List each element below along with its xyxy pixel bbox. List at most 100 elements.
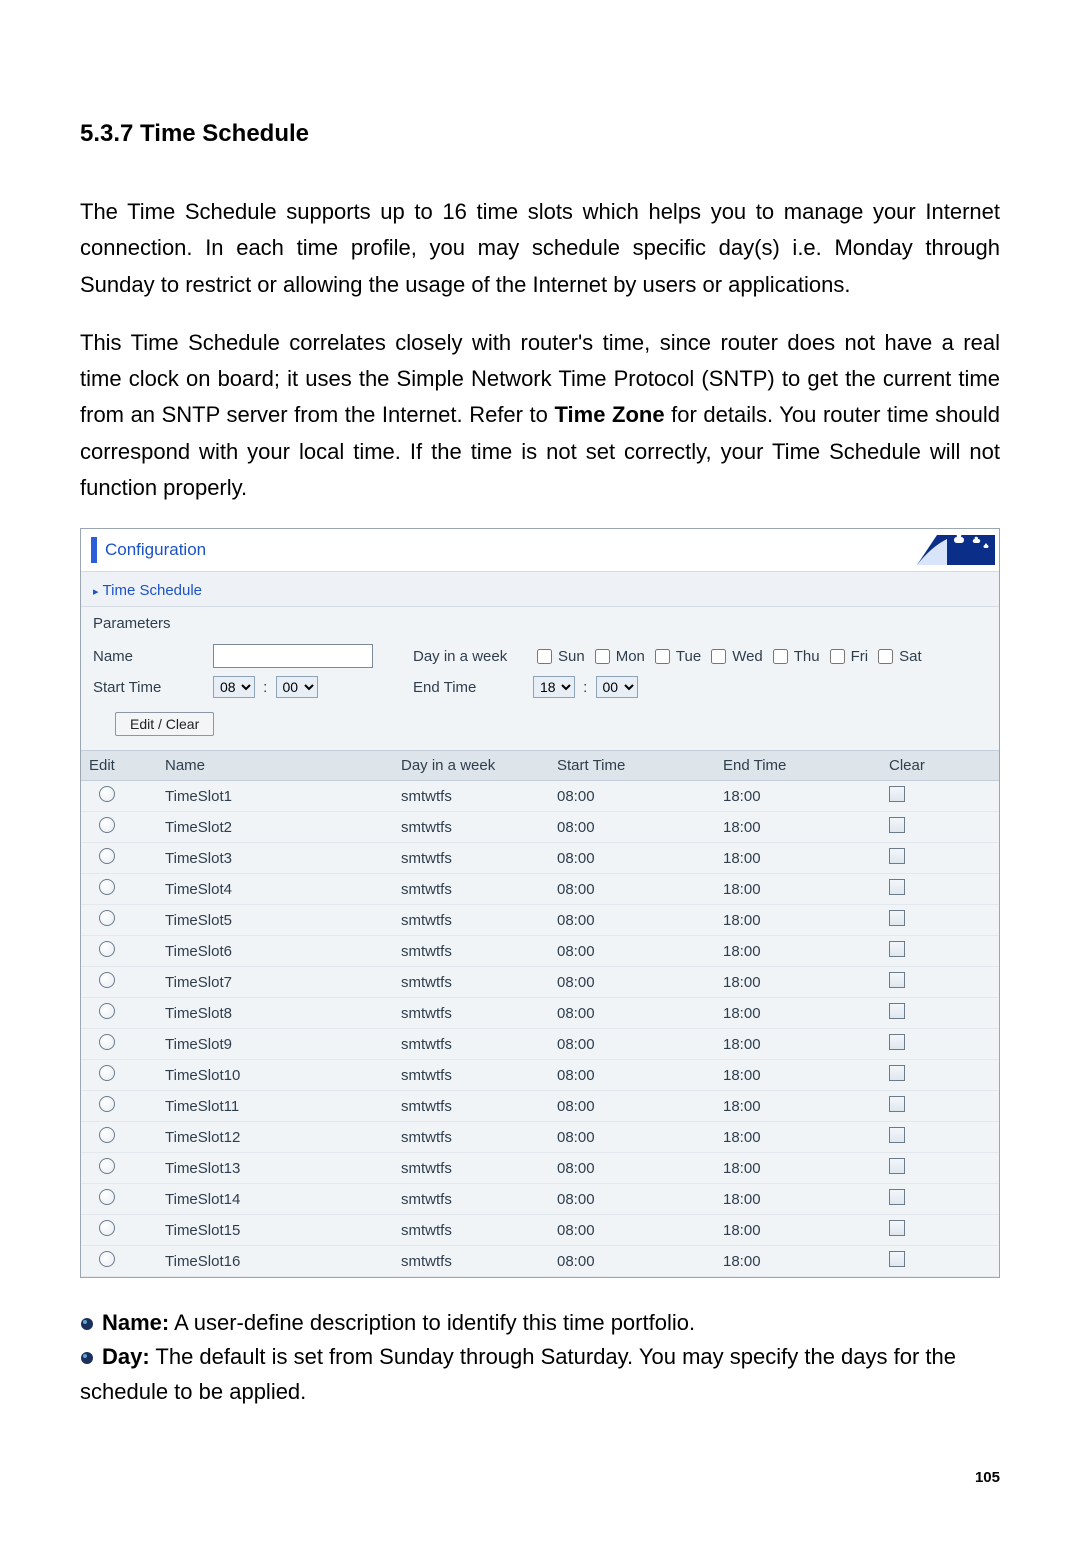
edit-cell[interactable] <box>81 781 157 812</box>
checkbox-icon[interactable] <box>889 941 905 957</box>
day-checkbox-input-fri[interactable] <box>830 649 845 664</box>
radio-icon[interactable] <box>99 1003 115 1019</box>
edit-cell[interactable] <box>81 1153 157 1184</box>
day-cell: smtwtfs <box>393 812 549 843</box>
clear-cell[interactable] <box>881 967 999 998</box>
checkbox-icon[interactable] <box>889 1003 905 1019</box>
radio-icon[interactable] <box>99 1189 115 1205</box>
day-checkbox-thu[interactable]: Thu <box>769 646 820 667</box>
end-cell: 18:00 <box>715 843 881 874</box>
edit-cell[interactable] <box>81 812 157 843</box>
checkbox-icon[interactable] <box>889 1220 905 1236</box>
edit-cell[interactable] <box>81 1060 157 1091</box>
header-accent-bar <box>91 537 97 563</box>
radio-icon[interactable] <box>99 1034 115 1050</box>
clear-cell[interactable] <box>881 781 999 812</box>
edit-cell[interactable] <box>81 998 157 1029</box>
day-checkbox-tue[interactable]: Tue <box>651 646 701 667</box>
radio-icon[interactable] <box>99 910 115 926</box>
checkbox-icon[interactable] <box>889 1189 905 1205</box>
paragraph-2-bold: Time Zone <box>554 402 664 427</box>
radio-icon[interactable] <box>99 972 115 988</box>
checkbox-icon[interactable] <box>889 1096 905 1112</box>
day-checkbox-sun[interactable]: Sun <box>533 646 585 667</box>
edit-cell[interactable] <box>81 967 157 998</box>
section-heading: 5.3.7 Time Schedule <box>80 120 1000 148</box>
clear-cell[interactable] <box>881 936 999 967</box>
clear-cell[interactable] <box>881 1184 999 1215</box>
day-cell: smtwtfs <box>393 1246 549 1277</box>
clear-cell[interactable] <box>881 998 999 1029</box>
day-checkbox-mon[interactable]: Mon <box>591 646 645 667</box>
radio-icon[interactable] <box>99 1220 115 1236</box>
form-row-name: Name Day in a week SunMonTueWedThuFriSat <box>93 640 987 672</box>
start-cell: 08:00 <box>549 781 715 812</box>
day-checkbox-wed[interactable]: Wed <box>707 646 763 667</box>
clear-cell[interactable] <box>881 1153 999 1184</box>
start-time-label: Start Time <box>93 679 213 696</box>
edit-clear-button[interactable]: Edit / Clear <box>115 712 214 736</box>
edit-cell[interactable] <box>81 936 157 967</box>
radio-icon[interactable] <box>99 786 115 802</box>
clear-cell[interactable] <box>881 843 999 874</box>
day-checkbox-input-tue[interactable] <box>655 649 670 664</box>
checkbox-icon[interactable] <box>889 848 905 864</box>
end-minute-select[interactable]: 00 <box>596 676 638 698</box>
checkbox-icon[interactable] <box>889 910 905 926</box>
clear-cell[interactable] <box>881 1215 999 1246</box>
clear-cell[interactable] <box>881 1122 999 1153</box>
end-hour-select[interactable]: 18 <box>533 676 575 698</box>
radio-icon[interactable] <box>99 817 115 833</box>
checkbox-icon[interactable] <box>889 1251 905 1267</box>
day-cell: smtwtfs <box>393 1029 549 1060</box>
parameters-block: Parameters Name Day in a week SunMonTueW… <box>81 607 999 750</box>
edit-cell[interactable] <box>81 1091 157 1122</box>
day-checkbox-input-mon[interactable] <box>595 649 610 664</box>
day-checkbox-input-thu[interactable] <box>773 649 788 664</box>
th-clear: Clear <box>881 751 999 781</box>
start-hour-select[interactable]: 08 <box>213 676 255 698</box>
checkbox-icon[interactable] <box>889 1034 905 1050</box>
radio-icon[interactable] <box>99 1065 115 1081</box>
edit-cell[interactable] <box>81 1029 157 1060</box>
checkbox-icon[interactable] <box>889 817 905 833</box>
radio-icon[interactable] <box>99 941 115 957</box>
radio-icon[interactable] <box>99 1251 115 1267</box>
clear-cell[interactable] <box>881 1246 999 1277</box>
checkbox-icon[interactable] <box>889 972 905 988</box>
day-checkbox-input-wed[interactable] <box>711 649 726 664</box>
edit-cell[interactable] <box>81 1184 157 1215</box>
clear-cell[interactable] <box>881 905 999 936</box>
clear-cell[interactable] <box>881 812 999 843</box>
radio-icon[interactable] <box>99 879 115 895</box>
name-input[interactable] <box>213 644 373 668</box>
day-checkbox-fri[interactable]: Fri <box>826 646 869 667</box>
edit-cell[interactable] <box>81 905 157 936</box>
start-minute-select[interactable]: 00 <box>276 676 318 698</box>
checkbox-icon[interactable] <box>889 879 905 895</box>
day-checkbox-label: Sat <box>899 648 922 665</box>
edit-cell[interactable] <box>81 1215 157 1246</box>
table-row: TimeSlot5smtwtfs08:0018:00 <box>81 905 999 936</box>
clear-cell[interactable] <box>881 1029 999 1060</box>
day-checkbox-input-sat[interactable] <box>878 649 893 664</box>
clear-cell[interactable] <box>881 1060 999 1091</box>
name-cell: TimeSlot11 <box>157 1091 393 1122</box>
edit-cell[interactable] <box>81 1122 157 1153</box>
day-checkbox-sat[interactable]: Sat <box>874 646 922 667</box>
day-checkbox-input-sun[interactable] <box>537 649 552 664</box>
radio-icon[interactable] <box>99 1127 115 1143</box>
radio-icon[interactable] <box>99 1096 115 1112</box>
edit-cell[interactable] <box>81 843 157 874</box>
edit-cell[interactable] <box>81 1246 157 1277</box>
checkbox-icon[interactable] <box>889 1158 905 1174</box>
clear-cell[interactable] <box>881 1091 999 1122</box>
checkbox-icon[interactable] <box>889 1127 905 1143</box>
end-cell: 18:00 <box>715 936 881 967</box>
checkbox-icon[interactable] <box>889 786 905 802</box>
checkbox-icon[interactable] <box>889 1065 905 1081</box>
radio-icon[interactable] <box>99 848 115 864</box>
radio-icon[interactable] <box>99 1158 115 1174</box>
clear-cell[interactable] <box>881 874 999 905</box>
edit-cell[interactable] <box>81 874 157 905</box>
